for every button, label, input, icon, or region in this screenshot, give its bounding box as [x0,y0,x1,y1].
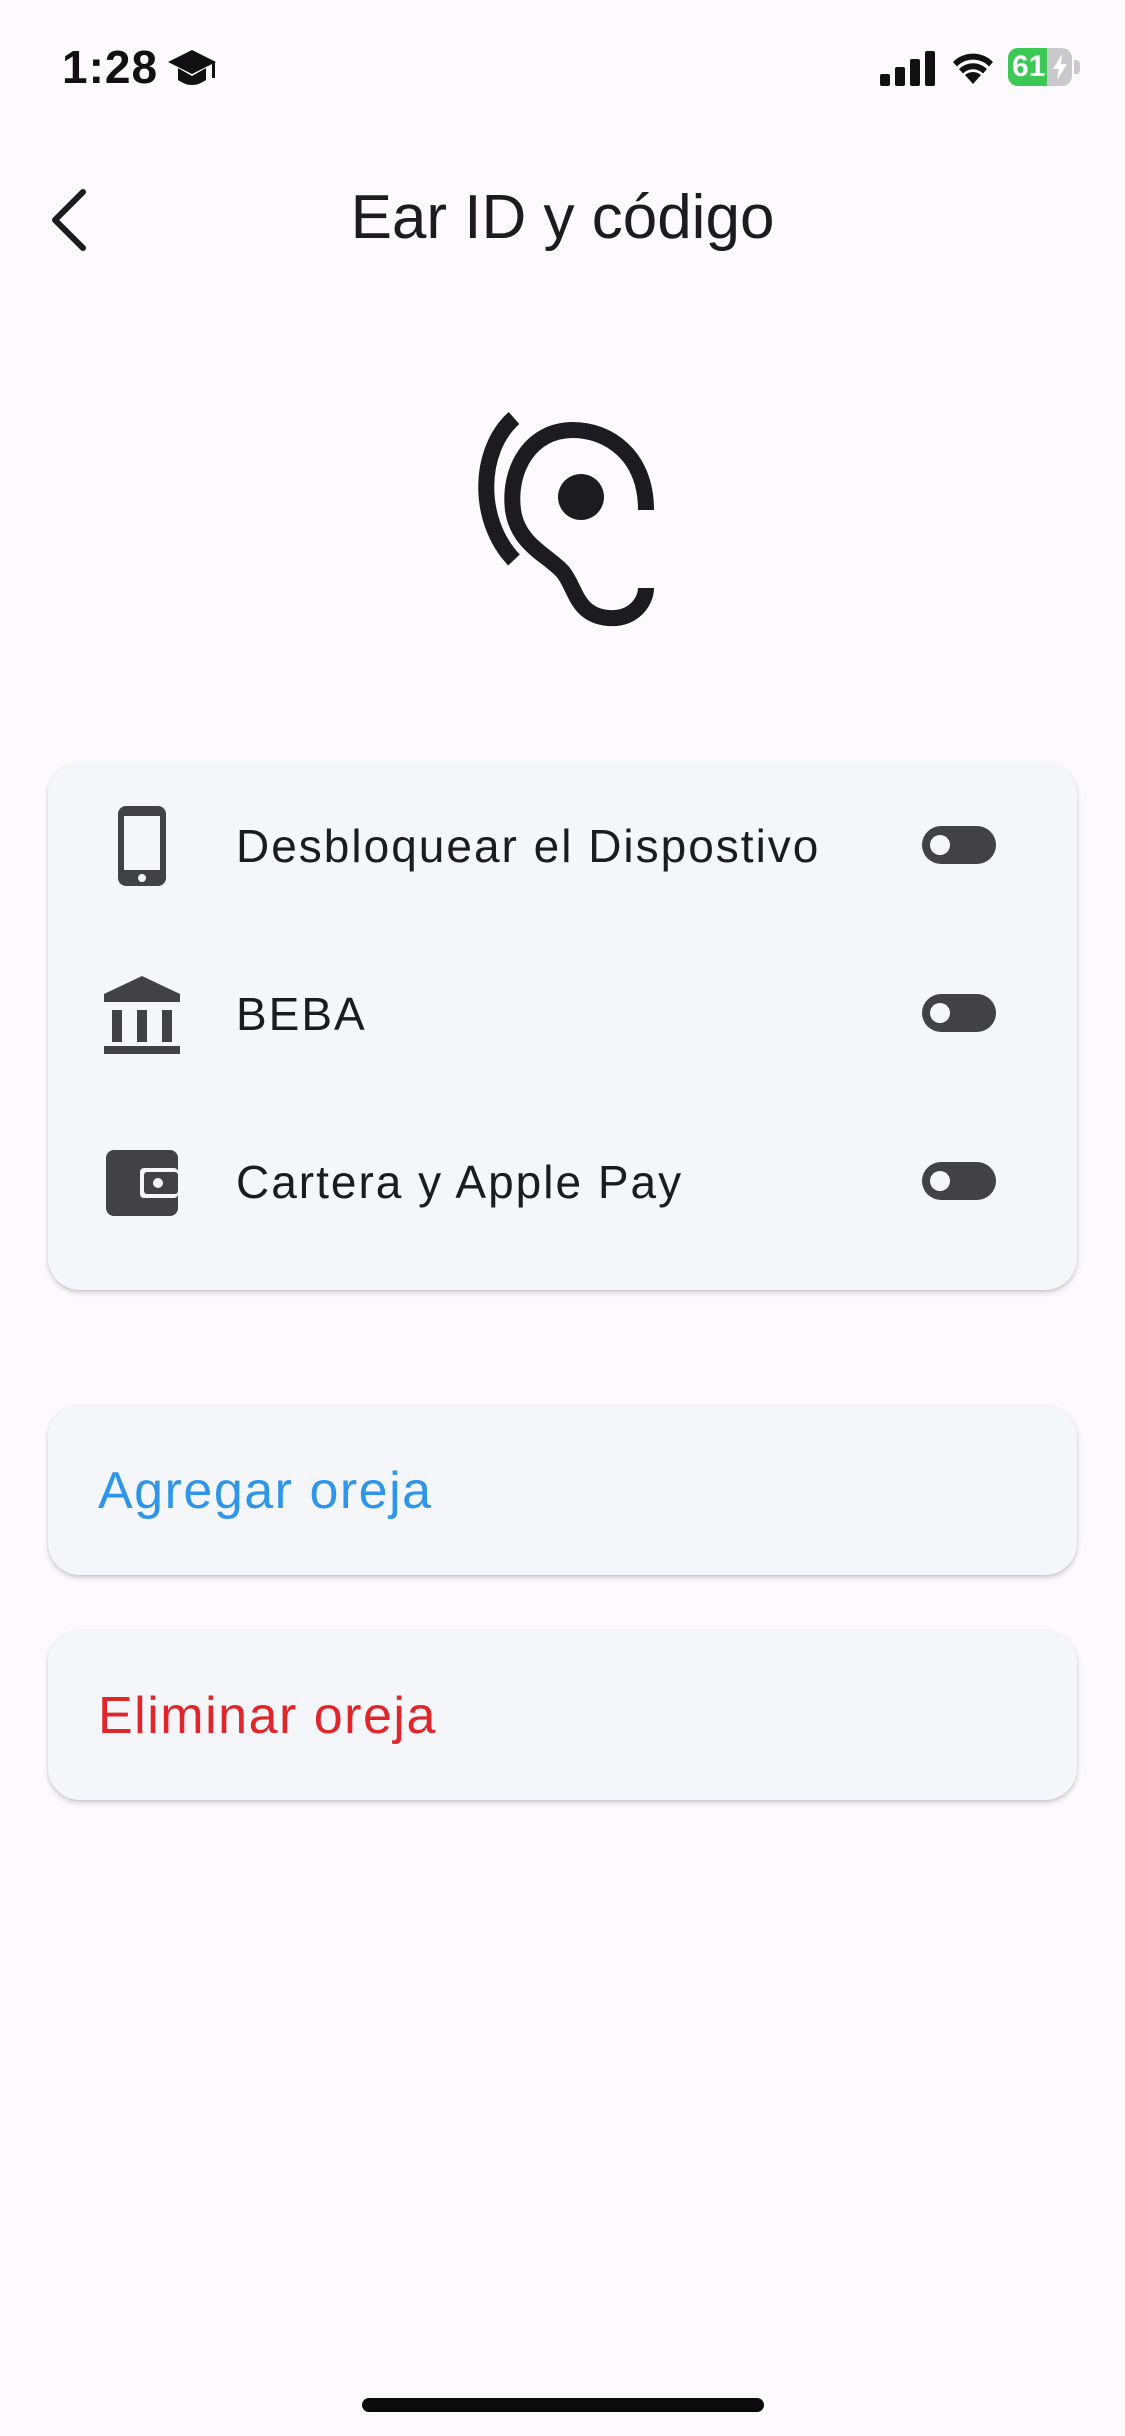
smartphone-icon [118,806,166,886]
app-bar: Ear ID y código [0,150,1125,290]
toggle-knob [930,1171,950,1191]
setting-label: Desbloquear el Dispostivo [236,820,821,872]
setting-label: Cartera y Apple Pay [236,1156,684,1208]
wallet-icon [106,1150,178,1216]
battery-body: 61 [1008,48,1072,86]
home-indicator[interactable] [362,2398,764,2412]
wallet-apple-pay-toggle[interactable] [922,1162,996,1200]
status-time: 1:28 [62,41,159,93]
cellular-signal-icon [880,51,935,86]
beba-toggle[interactable] [922,994,996,1032]
setting-row-wallet-apple-pay: Cartera y Apple Pay [48,1098,1077,1266]
charging-bolt-icon [1053,54,1067,80]
ear-icon [478,412,654,627]
status-bar: 1:28 61 [0,0,1125,140]
setting-row-unlock-device: Desbloquear el Dispostivo [48,762,1077,930]
toggle-knob [930,1003,950,1023]
remove-ear-button[interactable]: Eliminar oreja [48,1630,1077,1800]
battery-percent: 61 [1012,50,1046,83]
add-ear-label: Agregar oreja [98,1462,433,1520]
bank-icon [104,976,180,1054]
settings-card: Desbloquear el Dispostivo BEBA Cartera y… [48,762,1077,1290]
wifi-icon [953,53,993,84]
battery-cap [1074,60,1080,74]
battery-indicator: 61 [1008,48,1080,86]
setting-label: BEBA [236,988,367,1040]
setting-row-beba: BEBA [48,930,1077,1098]
graduation-cap-icon [168,50,216,85]
toggle-knob [930,835,950,855]
remove-ear-label: Eliminar oreja [98,1687,437,1745]
unlock-device-toggle[interactable] [922,826,996,864]
add-ear-button[interactable]: Agregar oreja [48,1405,1077,1575]
page-title: Ear ID y código [350,183,775,252]
